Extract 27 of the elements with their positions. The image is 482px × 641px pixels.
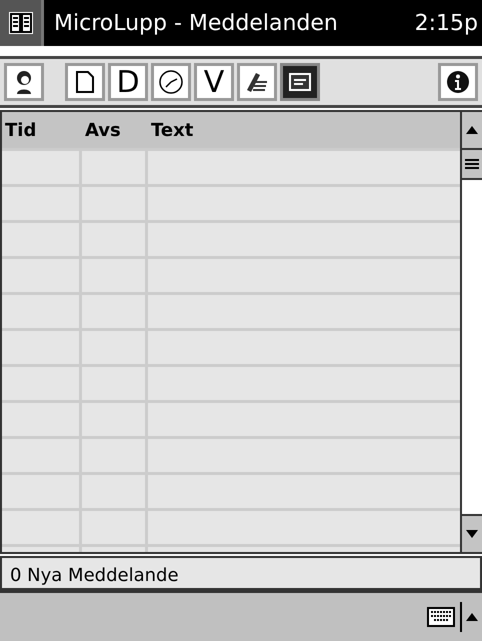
- person-button[interactable]: [4, 63, 44, 101]
- clock-time: 2:15p: [414, 10, 478, 36]
- message-button[interactable]: [280, 63, 320, 101]
- info-icon: [446, 70, 470, 94]
- clock-icon: [157, 68, 185, 96]
- start-button[interactable]: [0, 0, 44, 46]
- scrollbar[interactable]: [462, 112, 482, 552]
- column-header[interactable]: Avs: [82, 120, 148, 140]
- column-header[interactable]: Tid: [2, 120, 82, 140]
- book-icon: [6, 9, 34, 37]
- page-button[interactable]: [65, 63, 105, 101]
- message-icon: [288, 72, 312, 92]
- writing-button[interactable]: [237, 63, 277, 101]
- window-title: MicroLupp - Meddelanden: [54, 10, 339, 36]
- grip-icon: [465, 159, 479, 169]
- keyboard-icon[interactable]: [426, 606, 456, 628]
- status-text: 0 Nya Meddelande: [10, 565, 179, 586]
- writing-icon: [244, 70, 270, 94]
- page-icon: [74, 69, 96, 95]
- letter-button[interactable]: V: [194, 63, 234, 101]
- up-arrow-icon[interactable]: [466, 613, 478, 621]
- clock-button[interactable]: [151, 63, 191, 101]
- letter-button[interactable]: D: [108, 63, 148, 101]
- info-button[interactable]: [438, 63, 478, 101]
- column-header[interactable]: Text: [148, 120, 460, 140]
- down-arrow-icon: [466, 530, 478, 538]
- up-arrow-icon: [466, 126, 478, 134]
